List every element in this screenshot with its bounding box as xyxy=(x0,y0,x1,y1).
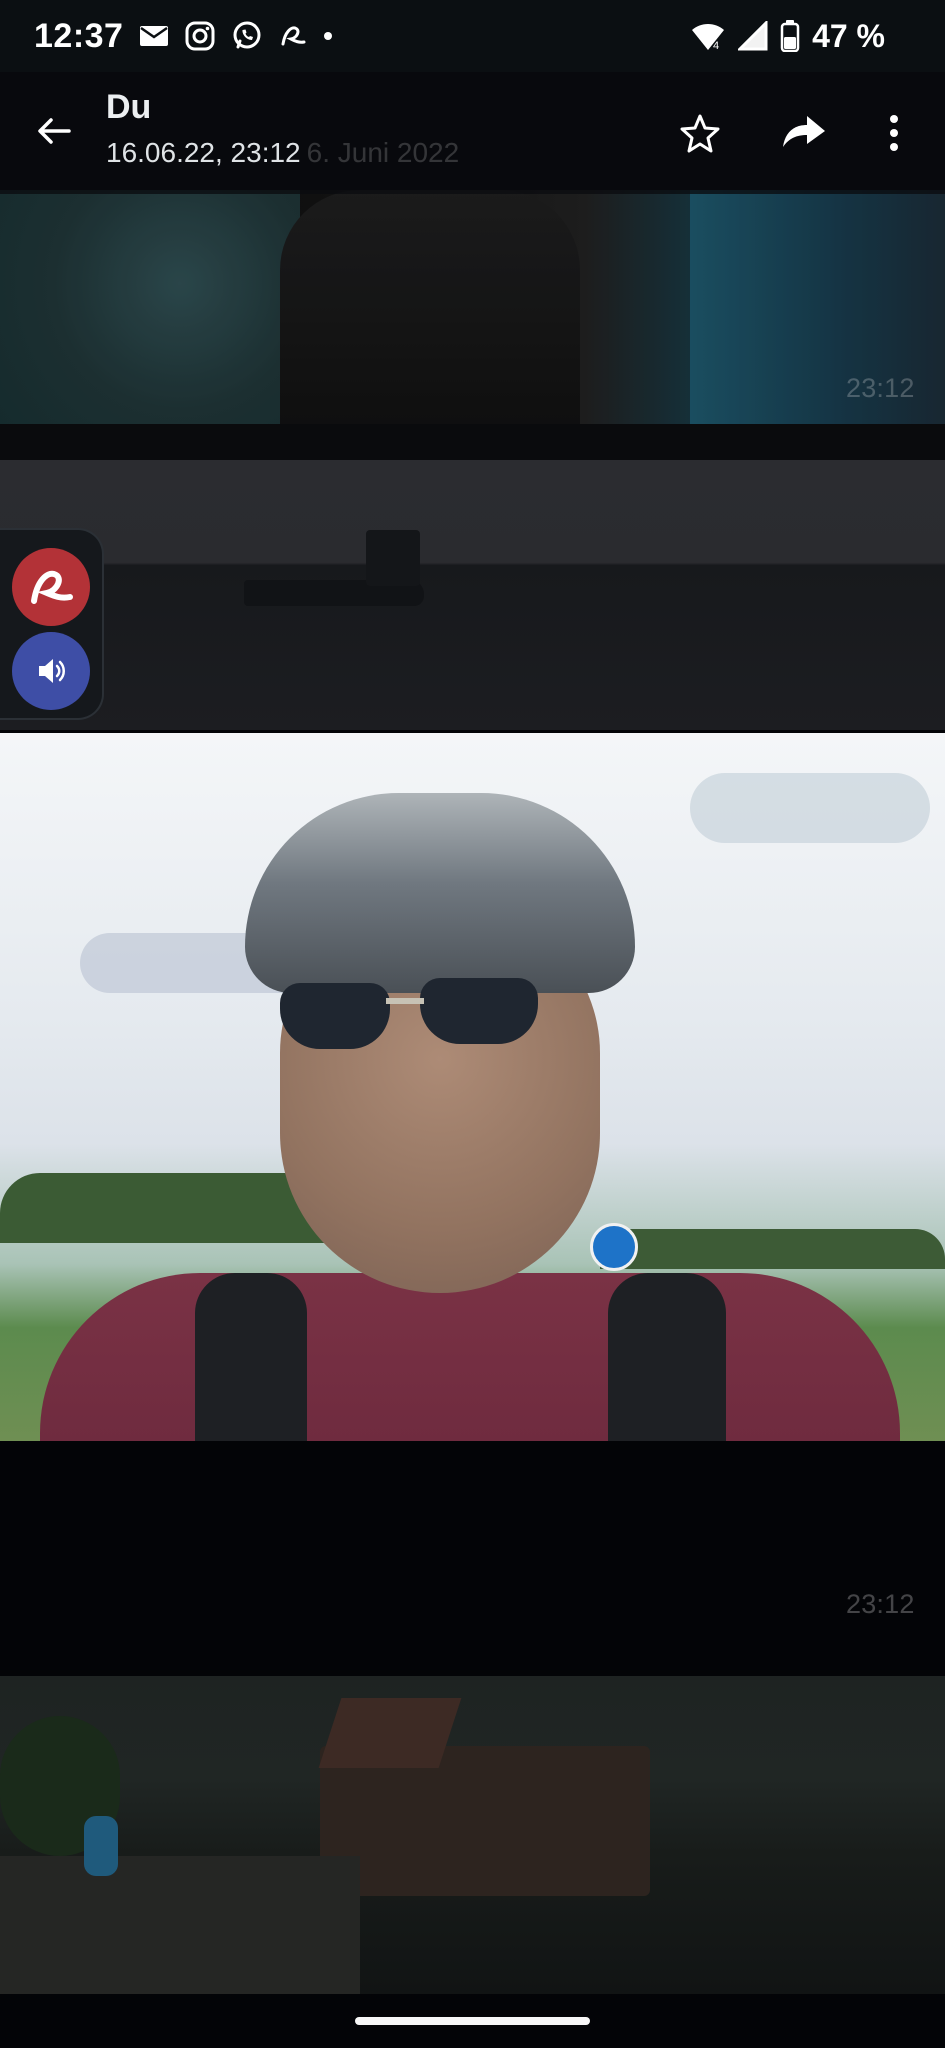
shared-photo-sea[interactable] xyxy=(0,460,945,730)
shared-photo-selfie[interactable] xyxy=(0,733,945,1441)
house-detail xyxy=(320,1746,650,1896)
status-left: 12:37 xyxy=(34,14,333,58)
star-button[interactable] xyxy=(672,105,728,161)
message-timestamp: 23:12 xyxy=(846,373,915,403)
message-bubble-empty xyxy=(0,1441,945,1676)
dot-icon xyxy=(323,31,333,41)
mail-icon xyxy=(139,25,169,47)
speaker-widget-button[interactable] xyxy=(12,632,90,710)
avira-icon xyxy=(279,22,307,50)
chat-area: 23:12 23:12 xyxy=(0,0,945,2048)
bike-sign xyxy=(590,1223,638,1271)
backpack-strap xyxy=(608,1273,726,1441)
wifi-badge-text: 4 xyxy=(713,40,719,51)
battery-percent: 47 % xyxy=(812,17,885,54)
sunglasses-bridge xyxy=(386,998,424,1004)
wifi-icon: 4 xyxy=(690,21,726,51)
forward-button[interactable] xyxy=(776,105,832,161)
message-timestamp: 23:12 xyxy=(846,1589,915,1619)
star-icon xyxy=(679,112,721,154)
title-block: Du 16.06.22, 23:12 6. Juni 2022 xyxy=(106,88,459,169)
avira-widget-button[interactable] xyxy=(12,548,90,626)
instagram-icon xyxy=(185,21,215,51)
chat-subtitle: 16.06.22, 23:12 6. Juni 2022 xyxy=(106,137,459,169)
arrow-left-icon xyxy=(34,111,74,151)
message-date: 16.06.22, 23:12 xyxy=(106,137,301,168)
avira-icon xyxy=(26,562,76,612)
status-time: 12:37 xyxy=(34,16,124,55)
photo-detail xyxy=(280,190,580,424)
speaker-icon xyxy=(34,654,68,688)
status-bar: 12:37 4 47 % xyxy=(0,0,945,72)
chat-divider xyxy=(0,424,945,460)
forward-icon xyxy=(781,113,827,153)
battery-icon xyxy=(780,20,800,52)
signal-icon xyxy=(738,21,768,51)
ship-tower xyxy=(366,530,420,586)
status-right: 4 47 % xyxy=(690,14,885,58)
tree-line xyxy=(600,1229,945,1269)
home-indicator[interactable] xyxy=(355,2017,590,2025)
more-vertical-icon xyxy=(888,113,900,153)
cyclist-detail xyxy=(84,1816,118,1876)
shared-photo-group[interactable]: 23:12 xyxy=(0,190,945,424)
cloud-detail xyxy=(690,773,930,843)
sunglasses-right xyxy=(420,978,538,1044)
toolbar: Du 16.06.22, 23:12 6. Juni 2022 xyxy=(0,72,945,194)
date-overlay: 6. Juni 2022 xyxy=(306,137,460,168)
roof-detail xyxy=(318,1698,462,1768)
helmet xyxy=(245,793,635,993)
shirt xyxy=(40,1273,900,1441)
shared-photo-village[interactable] xyxy=(0,1676,945,1994)
chat-title: Du xyxy=(106,88,152,126)
back-button[interactable] xyxy=(28,105,80,157)
more-options-button[interactable] xyxy=(866,105,922,161)
floating-side-widget xyxy=(0,528,104,720)
whatsapp-icon xyxy=(231,20,263,52)
road-detail xyxy=(0,1856,360,1994)
backpack-strap xyxy=(195,1273,307,1441)
sunglasses-left xyxy=(280,983,390,1049)
photo-detail xyxy=(0,190,300,424)
